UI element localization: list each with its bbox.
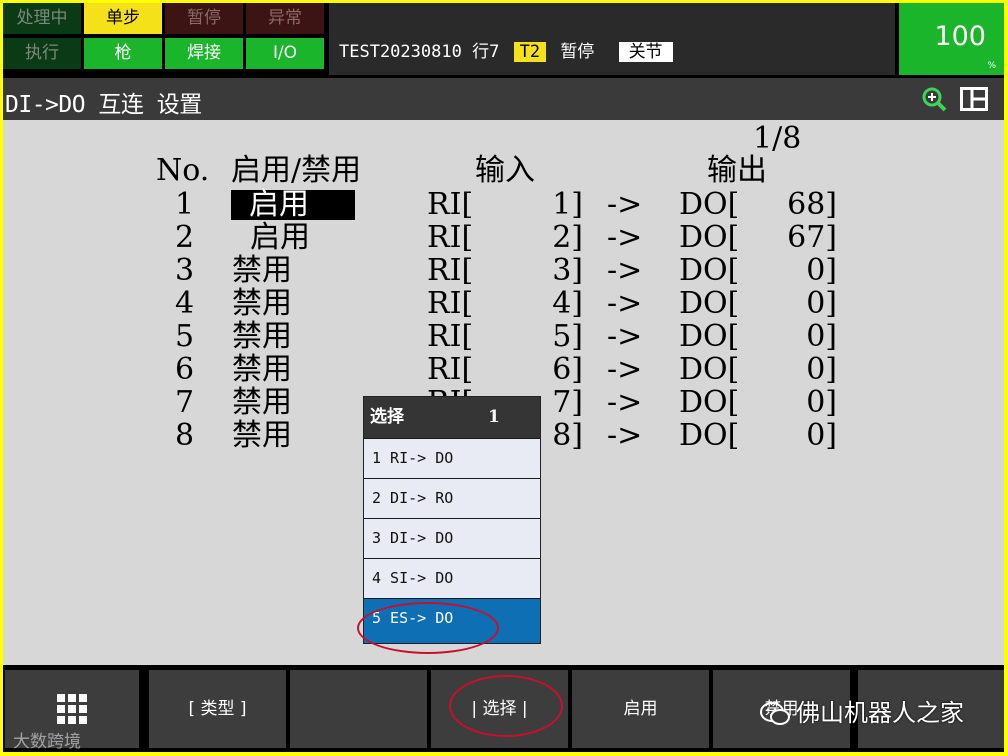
cell-in: RI[: [427, 220, 474, 255]
cell-in: RI[: [427, 253, 474, 288]
cell-out: DO[: [679, 418, 740, 453]
popup-item-di-do[interactable]: 3 DI-> DO: [364, 518, 540, 558]
cell-no: 5: [175, 319, 195, 354]
cell-out-idx: 0]: [806, 319, 837, 354]
cell-out: DO[: [679, 352, 740, 387]
line-number: 行7: [472, 42, 500, 62]
popup-number: 1: [488, 407, 500, 427]
cell-enable[interactable]: 禁用: [232, 320, 292, 354]
status-processing: 处理中: [3, 3, 81, 34]
cell-in-idx: 8]: [552, 418, 583, 453]
teach-pendant-screen: 处理中 单步 暂停 异常 执行 枪 焊接 I/O TEST20230810 行7…: [3, 3, 1004, 752]
cell-out-idx: 0]: [806, 286, 837, 321]
header-output: 输出: [707, 153, 767, 188]
annotation-circle-select: [449, 675, 563, 737]
cell-arrow: ->: [607, 220, 643, 255]
screen-title: DI->DO 互连 设置: [5, 92, 202, 118]
cell-out-idx: 0]: [806, 253, 837, 288]
annotation-circle-es-do: [357, 602, 499, 654]
cell-out: DO[: [679, 286, 740, 321]
cell-out-idx: 0]: [806, 352, 837, 387]
cell-in: RI[: [427, 286, 474, 321]
cell-out-idx: 68]: [787, 187, 837, 222]
cell-enable[interactable]: 禁用: [232, 254, 292, 288]
status-weld: 焊接: [165, 38, 243, 69]
header-input: 输入: [475, 153, 535, 188]
cell-in-idx: 1]: [552, 187, 583, 222]
cell-in-idx: 3]: [552, 253, 583, 288]
cell-out-idx: 0]: [806, 418, 837, 453]
cell-out-idx: 0]: [806, 385, 837, 420]
program-info-panel: TEST20230810 行7 T2 暂停 关节: [329, 3, 895, 75]
cell-no: 8: [175, 418, 195, 453]
mode-t2-badge: T2: [513, 42, 547, 62]
cell-out: DO[: [679, 319, 740, 354]
cell-no: 3: [175, 253, 195, 288]
override-unit: %: [987, 61, 996, 71]
coordinate-joint-badge: 关节: [618, 42, 673, 62]
cell-no: 1: [175, 187, 195, 222]
wechat-icon: [760, 702, 790, 725]
cell-enable[interactable]: 禁用: [232, 353, 292, 387]
cell-in: RI[: [427, 352, 474, 387]
zoom-in-icon[interactable]: [921, 86, 947, 112]
f4-enable-button[interactable]: 启用: [572, 670, 709, 748]
program-name: TEST20230810: [339, 42, 462, 62]
page-indicator: 1/8: [753, 121, 802, 156]
cell-out: DO[: [679, 385, 740, 420]
run-state: 暂停: [560, 42, 595, 62]
header-no: No.: [156, 153, 210, 188]
popup-title: 选择: [370, 407, 404, 427]
popup-item-di-ro[interactable]: 2 DI-> RO: [364, 478, 540, 518]
cell-in-idx: 4]: [552, 286, 583, 321]
cell-arrow: ->: [607, 253, 643, 288]
cell-in-idx: 2]: [552, 220, 583, 255]
cell-out: DO[: [679, 220, 740, 255]
cell-arrow: ->: [607, 385, 643, 420]
cell-no: 4: [175, 286, 195, 321]
grid-menu-icon: [57, 694, 87, 724]
popup-item-si-do[interactable]: 4 SI-> DO: [364, 558, 540, 598]
cell-enable[interactable]: 禁用: [232, 287, 292, 321]
status-gun: 枪: [84, 38, 162, 69]
cell-enable[interactable]: 禁用: [232, 419, 292, 453]
status-fault: 异常: [246, 3, 324, 34]
cell-no: 6: [175, 352, 195, 387]
bottom-watermark: 大数跨境: [13, 732, 81, 752]
header-enable: 启用/禁用: [231, 153, 362, 188]
cell-in: RI[: [427, 187, 474, 222]
cell-out-idx: 67]: [787, 220, 837, 255]
status-io: I/O: [246, 38, 324, 69]
cell-arrow: ->: [607, 286, 643, 321]
status-run: 执行: [3, 38, 81, 69]
cell-in: RI[: [427, 319, 474, 354]
cell-in-idx: 6]: [552, 352, 583, 387]
override-panel: 100 %: [899, 3, 1004, 75]
cell-out: DO[: [679, 187, 740, 222]
screen-title-bar: DI->DO 互连 设置: [3, 78, 1004, 120]
cell-enable[interactable]: 启用: [250, 221, 310, 255]
status-single-step: 单步: [84, 3, 162, 34]
wechat-watermark: 佛山机器人之家: [760, 693, 964, 728]
f1-type-button[interactable]: [ 类型 ]: [149, 670, 286, 748]
cell-arrow: ->: [607, 418, 643, 453]
cell-enable[interactable]: 禁用: [232, 386, 292, 420]
cell-enable-selected[interactable]: 启用: [231, 190, 355, 220]
override-value: 100: [934, 21, 986, 52]
cell-arrow: ->: [607, 352, 643, 387]
cell-in-idx: 7]: [552, 385, 583, 420]
popup-header: 选择 1: [364, 397, 540, 438]
cell-arrow: ->: [607, 187, 643, 222]
interconnect-setup-panel: 1/8 No. 启用/禁用 输入 输出 1 启用 RI[1] -> DO[68] 2 启用 R…: [3, 120, 1004, 665]
f2-button[interactable]: [290, 670, 427, 748]
split-screen-icon[interactable]: [960, 87, 988, 111]
cell-out: DO[: [679, 253, 740, 288]
cell-no: 2: [175, 220, 195, 255]
cell-in-idx: 5]: [552, 319, 583, 354]
cell-arrow: ->: [607, 319, 643, 354]
cell-no: 7: [175, 385, 195, 420]
status-hold: 暂停: [165, 3, 243, 34]
popup-item-ri-do[interactable]: 1 RI-> DO: [364, 438, 540, 478]
